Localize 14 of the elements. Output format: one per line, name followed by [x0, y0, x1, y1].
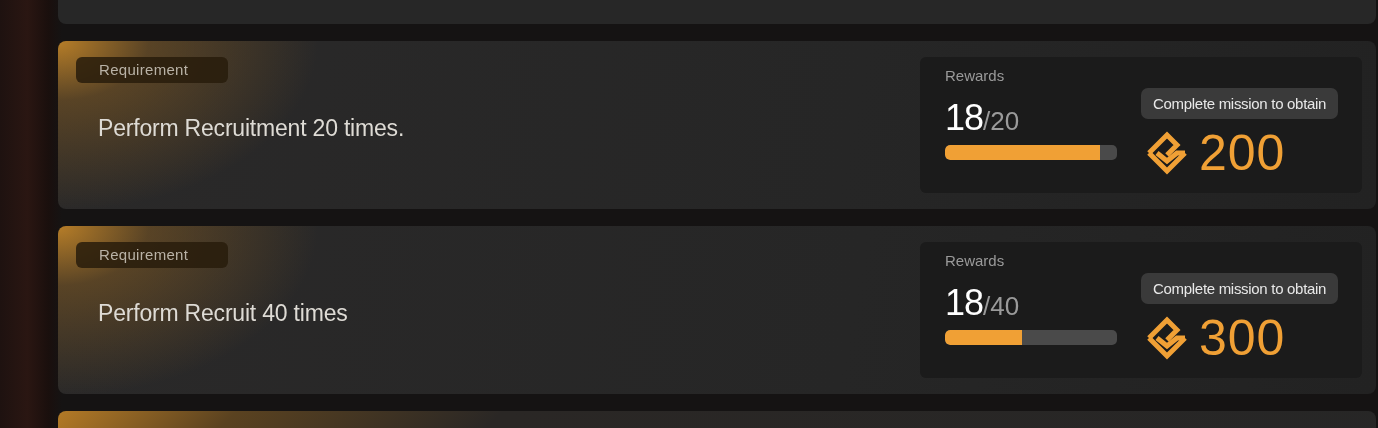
rewards-label: Rewards — [945, 252, 1005, 269]
progress-count: 18/40 — [945, 283, 1020, 325]
mission-description: Perform Recruitment 20 times. — [98, 115, 405, 142]
rewards-label: Rewards — [945, 67, 1005, 84]
currency-icon — [1145, 316, 1189, 360]
currency-icon — [1145, 131, 1189, 175]
requirement-tag: Requirement — [76, 57, 228, 83]
reward-status-badge: Complete mission to obtain — [1141, 88, 1339, 119]
reward-status-badge: Complete mission to obtain — [1141, 273, 1339, 304]
progress-count: 18/20 — [945, 98, 1020, 140]
reward-amount: 300 — [1199, 310, 1286, 366]
mission-description: Perform Recruit 40 times — [98, 300, 348, 327]
reward-amount: 200 — [1199, 125, 1286, 181]
requirement-tag: Requirement — [76, 242, 228, 268]
